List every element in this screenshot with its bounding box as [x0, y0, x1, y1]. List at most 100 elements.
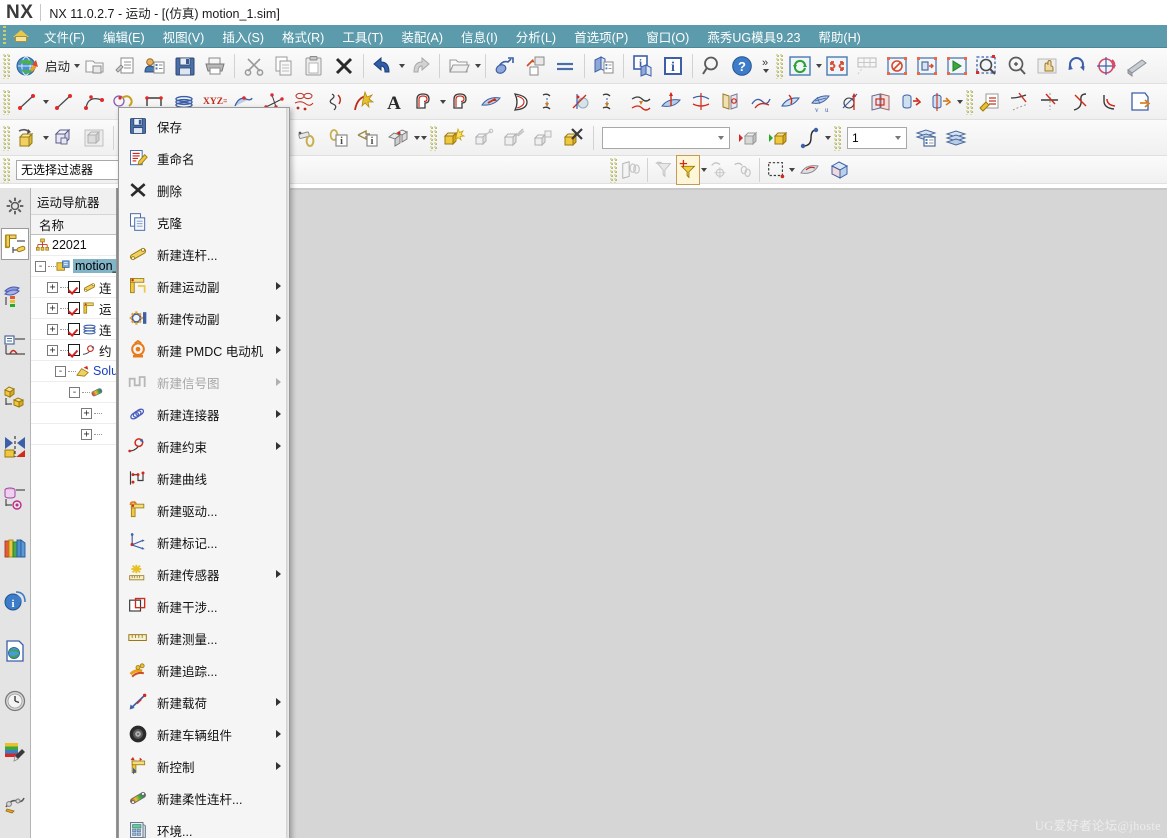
menu-item-rename[interactable]: 重命名: [119, 142, 289, 174]
spline-chain-icon[interactable]: [319, 87, 349, 117]
menu-item-save[interactable]: 保存: [119, 110, 289, 142]
revolve-icon[interactable]: [926, 87, 956, 117]
menu-tools[interactable]: 工具(T): [333, 25, 392, 48]
sweep-body-icon[interactable]: [529, 123, 559, 153]
home-icon[interactable]: [12, 28, 30, 44]
menu-item-new-flexible-link[interactable]: 新建柔性连杆...: [119, 782, 289, 814]
select-faces-icon[interactable]: [619, 155, 643, 185]
rail-palette[interactable]: [1, 736, 29, 768]
project-curve2-icon[interactable]: [596, 87, 626, 117]
pan-hand-icon[interactable]: [1032, 51, 1062, 81]
menu-item-new-control[interactable]: 新控制: [119, 750, 289, 782]
trace-path-caret[interactable]: [825, 135, 831, 140]
trim-curve-icon[interactable]: [1005, 87, 1035, 117]
menu-item-new-constraint[interactable]: 新建约束: [119, 430, 289, 462]
offset-3d-curve-icon[interactable]: [1125, 87, 1155, 117]
menu-item-new-link[interactable]: 新建连杆...: [119, 238, 289, 270]
pattern-curve-icon[interactable]: [289, 87, 319, 117]
menu-item-new-interference[interactable]: 新建干涉...: [119, 590, 289, 622]
object-info-list-icon[interactable]: [589, 51, 619, 81]
tree-row-connectors[interactable]: + 连: [31, 319, 116, 340]
menu-file[interactable]: 文件(F): [35, 25, 94, 48]
open-part-icon[interactable]: [80, 51, 110, 81]
menu-item-new-sensor[interactable]: 新建传感器: [119, 558, 289, 590]
view-section-icon[interactable]: [912, 51, 942, 81]
trace-path-icon[interactable]: [794, 123, 824, 153]
tree-row-motion-1[interactable]: - motion_1: [31, 256, 116, 277]
snap-point-icon[interactable]: [707, 155, 731, 185]
menu-analysis[interactable]: 分析(L): [507, 25, 565, 48]
play-yellow-body-icon[interactable]: [764, 123, 794, 153]
tree-row-links[interactable]: + 连: [31, 277, 116, 298]
tree-expander[interactable]: +: [47, 302, 58, 314]
rail-history[interactable]: [1, 686, 29, 718]
tree-expander[interactable]: +: [81, 407, 92, 419]
menu-item-delete[interactable]: 删除: [119, 174, 289, 206]
toolbar-grip[interactable]: [775, 52, 784, 79]
tree-row-22021[interactable]: 22021: [31, 235, 116, 256]
start-label[interactable]: 启动: [42, 56, 73, 75]
layer-settings-icon[interactable]: [911, 123, 941, 153]
layer-combo[interactable]: 1: [847, 126, 907, 149]
line2-icon[interactable]: [49, 87, 79, 117]
surface-sheet-icon[interactable]: [776, 87, 806, 117]
refresh-icon[interactable]: [785, 51, 815, 81]
delete-icon[interactable]: [329, 51, 359, 81]
tree-row-result[interactable]: -: [31, 382, 116, 403]
move-object-icon[interactable]: [490, 51, 520, 81]
filter-active-icon[interactable]: [676, 154, 700, 185]
shaded-view-icon[interactable]: [795, 155, 825, 185]
rail-roles[interactable]: [1, 533, 29, 565]
fit-view-icon[interactable]: [822, 51, 852, 81]
menu-preferences[interactable]: 首选项(P): [565, 25, 637, 48]
rotate-about-point-icon[interactable]: [1092, 51, 1122, 81]
sketch-region2-icon[interactable]: [446, 87, 476, 117]
assembly-explode-icon[interactable]: [49, 123, 79, 153]
rail-assembly-navigator[interactable]: [1, 279, 29, 311]
rotate-icon[interactable]: [1062, 51, 1092, 81]
circle-axis-icon[interactable]: [836, 87, 866, 117]
paste-icon[interactable]: [299, 51, 329, 81]
menu-item-new-curve[interactable]: 新建曲线: [119, 462, 289, 494]
pattern-feature-icon[interactable]: [520, 51, 550, 81]
print-icon[interactable]: [200, 51, 230, 81]
constraint-info-icon[interactable]: i: [353, 123, 383, 153]
extrude-icon[interactable]: [896, 87, 926, 117]
rail-info-broadcast[interactable]: i: [1, 584, 29, 616]
intersect-curve-icon[interactable]: [566, 87, 596, 117]
sketch-region-icon[interactable]: [409, 87, 439, 117]
menu-item-environment[interactable]: 环境...: [119, 814, 289, 838]
view-front-icon[interactable]: [882, 51, 912, 81]
menu-view[interactable]: 视图(V): [154, 25, 214, 48]
rectangle-select-icon[interactable]: [764, 155, 788, 185]
search-magnifier-icon[interactable]: [697, 51, 727, 81]
menu-item-new-driver[interactable]: 新建驱动...: [119, 494, 289, 526]
menu-item-new-gear-coupler[interactable]: 新建传动副: [119, 302, 289, 334]
text-icon[interactable]: A: [379, 87, 409, 117]
zoom-window-icon[interactable]: [972, 51, 1002, 81]
menu-item-new-joint[interactable]: 新建运动副: [119, 270, 289, 302]
menu-window[interactable]: 窗口(O): [637, 25, 698, 48]
menu-format[interactable]: 格式(R): [273, 25, 333, 48]
tree-expander[interactable]: -: [35, 260, 46, 272]
menu-item-new-marker[interactable]: 新建标记...: [119, 526, 289, 558]
view-shaded-icon[interactable]: [942, 51, 972, 81]
snap-chain-icon[interactable]: [731, 155, 755, 185]
uv-grid-icon[interactable]: v u: [806, 87, 836, 117]
divide-curve-icon[interactable]: [1035, 87, 1065, 117]
toolbar-grip[interactable]: [2, 52, 10, 79]
menu-assemblies[interactable]: 装配(A): [392, 25, 452, 48]
tree-expander[interactable]: -: [69, 386, 80, 398]
tree-row-joints[interactable]: + 运: [31, 298, 116, 319]
tree-checkbox[interactable]: [68, 344, 80, 356]
menu-item-new-measure[interactable]: 新建测量...: [119, 622, 289, 654]
tree-row-sub-a[interactable]: +: [31, 403, 116, 424]
toolbar-grip[interactable]: [833, 124, 841, 151]
undo-icon[interactable]: [368, 51, 398, 81]
tree-expander[interactable]: +: [47, 281, 58, 293]
rail-web-browser[interactable]: [1, 635, 29, 667]
assembly-constraints-icon[interactable]: [110, 51, 140, 81]
stretch-curve-icon[interactable]: [1065, 87, 1095, 117]
assembly-pair-icon[interactable]: [383, 123, 413, 153]
info-object-icon[interactable]: i: [628, 51, 658, 81]
